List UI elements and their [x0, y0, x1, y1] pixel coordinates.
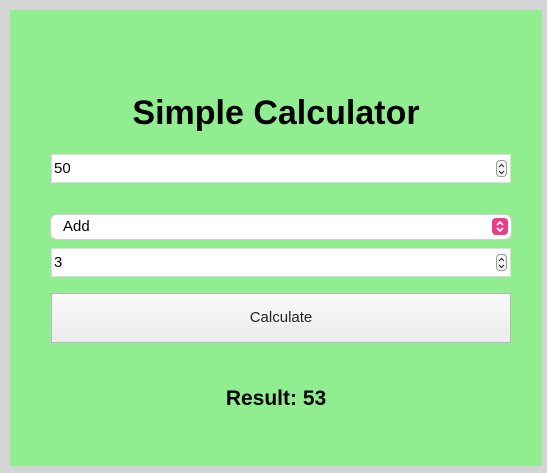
second-number-value: 3 — [54, 254, 63, 271]
second-number-input[interactable]: 3 — [51, 248, 511, 277]
operation-select[interactable]: Add — [51, 215, 511, 239]
stepper-down-icon[interactable] — [497, 263, 506, 270]
stepper-down-icon[interactable] — [497, 169, 506, 176]
stepper-up-icon[interactable] — [497, 162, 506, 169]
calculator-panel: Simple Calculator 50 Add 3 Calculate Res… — [10, 10, 542, 466]
stepper-up-icon[interactable] — [497, 256, 506, 263]
first-number-value: 50 — [54, 160, 71, 177]
chevron-up-down-icon[interactable] — [492, 218, 508, 235]
operation-selected-value: Add — [63, 218, 90, 235]
calculate-button[interactable]: Calculate — [51, 293, 511, 343]
page-title: Simple Calculator — [132, 94, 420, 132]
first-number-input[interactable]: 50 — [51, 154, 511, 183]
second-number-stepper-icon[interactable] — [496, 254, 507, 271]
first-number-stepper-icon[interactable] — [496, 160, 507, 177]
result-text: Result: 53 — [225, 387, 327, 410]
